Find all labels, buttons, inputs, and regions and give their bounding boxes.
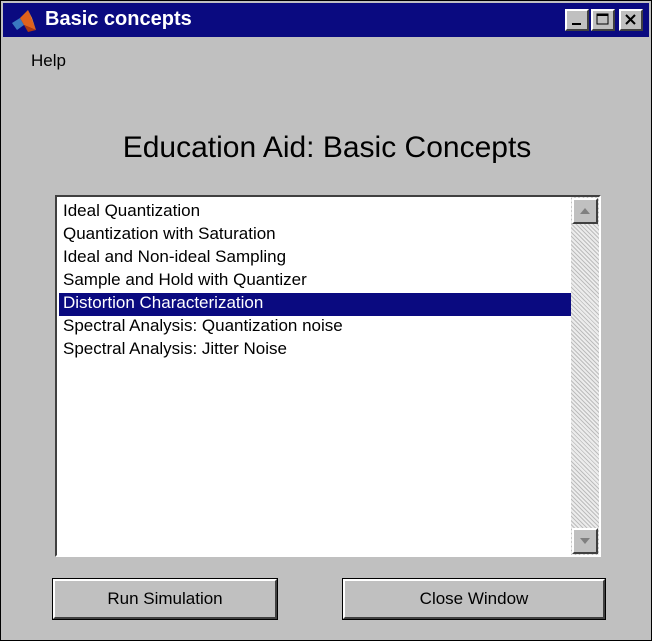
list-item[interactable]: Ideal and Non-ideal Sampling <box>59 247 571 270</box>
list-item[interactable]: Quantization with Saturation <box>59 224 571 247</box>
title-bar[interactable]: Basic concepts <box>3 3 649 37</box>
list-item-selected[interactable]: Distortion Characterization <box>59 293 571 316</box>
concepts-listbox[interactable]: Ideal Quantization Quantization with Sat… <box>55 195 601 557</box>
maximize-button[interactable] <box>591 9 615 31</box>
arrow-up-icon <box>580 208 590 214</box>
menu-bar: Help <box>3 39 649 73</box>
arrow-down-icon <box>580 538 590 544</box>
maximize-icon <box>596 13 609 25</box>
list-item[interactable]: Sample and Hold with Quantizer <box>59 270 571 293</box>
list-item[interactable]: Ideal Quantization <box>59 201 571 224</box>
close-icon <box>625 14 636 25</box>
run-simulation-button[interactable]: Run Simulation <box>52 578 278 620</box>
close-window-button[interactable]: Close Window <box>342 578 606 620</box>
list-item[interactable]: Spectral Analysis: Jitter Noise <box>59 339 571 362</box>
minimize-button[interactable] <box>565 9 589 31</box>
list-item[interactable]: Spectral Analysis: Quantization noise <box>59 316 571 339</box>
page-title: Education Aid: Basic Concepts <box>122 131 532 164</box>
minimize-icon <box>572 23 581 25</box>
matlab-logo-icon <box>11 8 37 34</box>
menu-help[interactable]: Help <box>31 51 66 71</box>
vertical-scrollbar[interactable] <box>571 197 599 555</box>
scroll-down-button[interactable] <box>572 528 598 554</box>
scroll-up-button[interactable] <box>572 198 598 224</box>
list-items: Ideal Quantization Quantization with Sat… <box>59 201 571 362</box>
window-title: Basic concepts <box>45 8 192 30</box>
close-button[interactable] <box>619 9 643 31</box>
close-window-label: Close Window <box>419 589 529 608</box>
run-simulation-label: Run Simulation <box>107 589 223 608</box>
basic-concepts-window: Basic concepts Help Education Aid: Basic… <box>0 0 652 641</box>
